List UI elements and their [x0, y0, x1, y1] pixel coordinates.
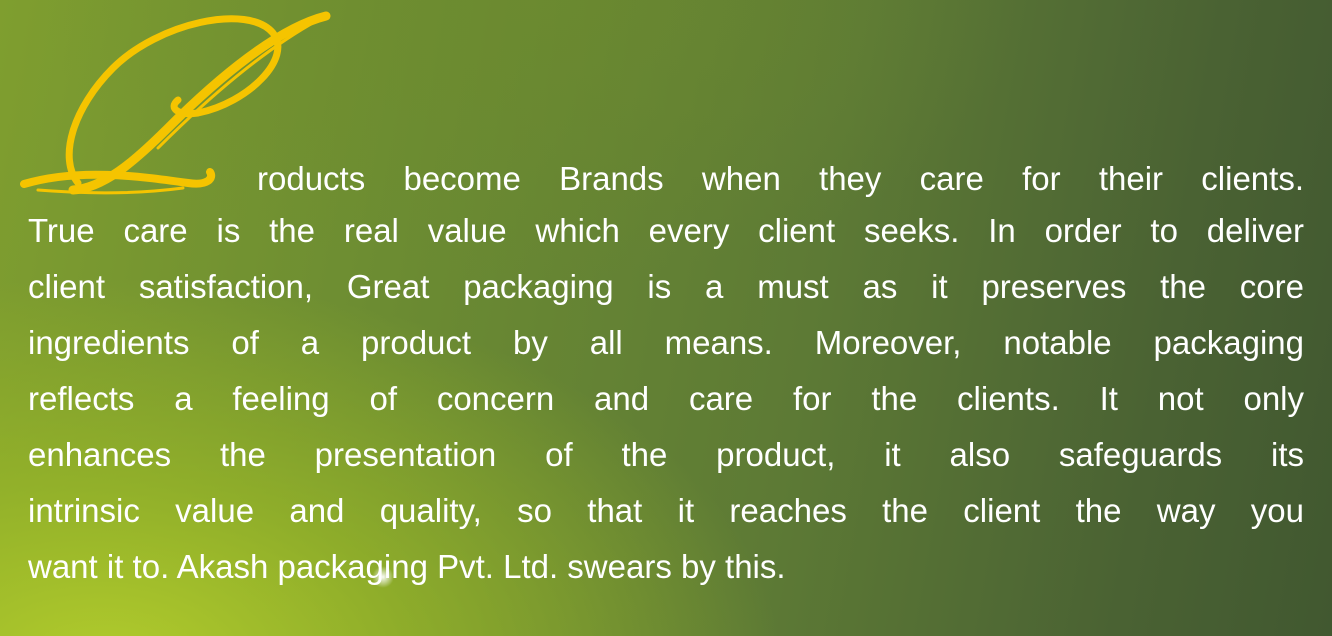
paragraph-line-3: client satisfaction, Great packaging is … — [28, 268, 1304, 305]
paragraph-line-4: ingredients of a product by all means. M… — [28, 324, 1304, 361]
paragraph-line-7: intrinsic value and quality, so that it … — [28, 492, 1304, 529]
sparkle-decoration — [372, 566, 394, 588]
paragraph-line-5: reflects a feeling of concern and care f… — [28, 380, 1304, 417]
paragraph-line-1: roducts become Brands when they care for… — [257, 160, 1304, 197]
paragraph-line-6: enhances the presentation of the product… — [28, 436, 1304, 473]
paragraph-line-8: want it to. Akash packaging Pvt. Ltd. sw… — [28, 548, 786, 585]
paragraph-line-2: True care is the real value which every … — [28, 212, 1304, 249]
intro-panel: roducts become Brands when they care for… — [0, 0, 1332, 636]
